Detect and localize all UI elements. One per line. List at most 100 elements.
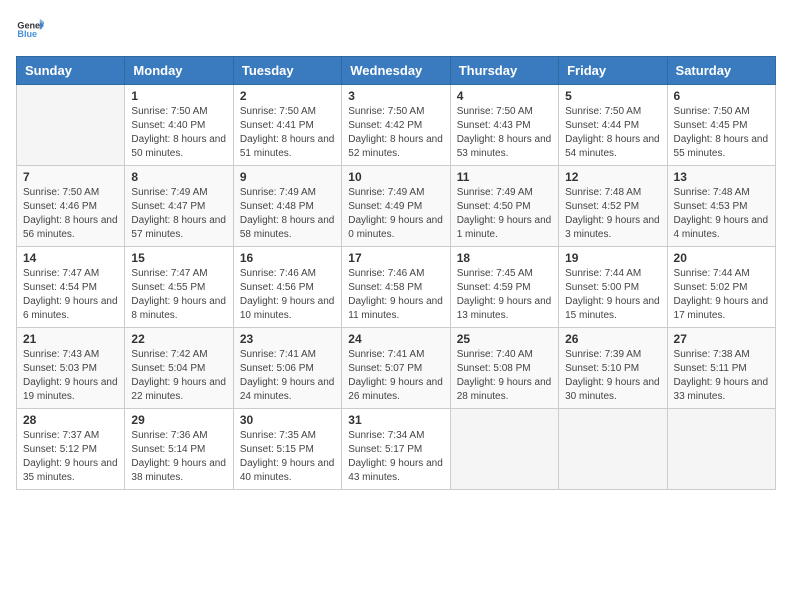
day-number: 22 [131,332,226,346]
day-number: 18 [457,251,552,265]
day-number: 15 [131,251,226,265]
day-info: Sunrise: 7:47 AMSunset: 4:55 PMDaylight:… [131,267,226,323]
day-info: Sunrise: 7:41 AMSunset: 5:07 PMDaylight:… [348,348,443,404]
calendar-cell: 26 Sunrise: 7:39 AMSunset: 5:10 PMDayligh… [559,328,667,409]
day-info: Sunrise: 7:48 AMSunset: 4:52 PMDaylight:… [565,186,660,242]
day-number: 19 [565,251,660,265]
day-number: 27 [674,332,769,346]
day-number: 25 [457,332,552,346]
column-header-sunday: Sunday [17,57,125,85]
day-number: 12 [565,170,660,184]
day-number: 8 [131,170,226,184]
calendar-cell: 25 Sunrise: 7:40 AMSunset: 5:08 PMDayligh… [450,328,558,409]
day-number: 20 [674,251,769,265]
logo-icon: General Blue [16,16,44,44]
calendar-week-row: 1Sunrise: 7:50 AMSunset: 4:40 PMDaylight… [17,85,776,166]
calendar-cell: 19 Sunrise: 7:44 AMSunset: 5:00 PMDayligh… [559,247,667,328]
column-header-tuesday: Tuesday [233,57,341,85]
day-info: Sunrise: 7:50 AMSunset: 4:45 PMDaylight:… [674,105,769,161]
calendar-week-row: 28Sunrise: 7:37 AMSunset: 5:12 PMDayligh… [17,409,776,490]
calendar-cell: 16Sunrise: 7:46 AMSunset: 4:56 PMDayligh… [233,247,341,328]
calendar-cell: 22Sunrise: 7:42 AMSunset: 5:04 PMDayligh… [125,328,233,409]
calendar-cell: 11 Sunrise: 7:49 AMSunset: 4:50 PMDayligh… [450,166,558,247]
calendar-header-row: SundayMondayTuesdayWednesdayThursdayFrid… [17,57,776,85]
column-header-friday: Friday [559,57,667,85]
day-info: Sunrise: 7:48 AMSunset: 4:53 PMDaylight:… [674,186,769,242]
calendar-week-row: 21 Sunrise: 7:43 AMSunset: 5:03 PMDayligh… [17,328,776,409]
day-info: Sunrise: 7:36 AMSunset: 5:14 PMDaylight:… [131,429,226,485]
calendar-cell: 28Sunrise: 7:37 AMSunset: 5:12 PMDayligh… [17,409,125,490]
calendar-cell: 7 Sunrise: 7:50 AMSunset: 4:46 PMDaylight… [17,166,125,247]
day-info: Sunrise: 7:34 AMSunset: 5:17 PMDaylight:… [348,429,443,485]
day-info: Sunrise: 7:50 AMSunset: 4:42 PMDaylight:… [348,105,443,161]
day-info: Sunrise: 7:46 AMSunset: 4:58 PMDaylight:… [348,267,443,323]
day-number: 14 [23,251,118,265]
calendar-cell: 14 Sunrise: 7:47 AMSunset: 4:54 PMDayligh… [17,247,125,328]
calendar-cell: 31 Sunrise: 7:34 AMSunset: 5:17 PMDayligh… [342,409,450,490]
day-info: Sunrise: 7:46 AMSunset: 4:56 PMDaylight:… [240,267,335,323]
calendar-cell: 15 Sunrise: 7:47 AMSunset: 4:55 PMDayligh… [125,247,233,328]
day-info: Sunrise: 7:49 AMSunset: 4:48 PMDaylight:… [240,186,335,242]
page-header: General Blue [16,16,776,44]
day-number: 13 [674,170,769,184]
logo: General Blue [16,16,44,44]
calendar-cell: 12 Sunrise: 7:48 AMSunset: 4:52 PMDayligh… [559,166,667,247]
column-header-wednesday: Wednesday [342,57,450,85]
calendar-cell [667,409,775,490]
day-number: 31 [348,413,443,427]
day-number: 9 [240,170,335,184]
day-info: Sunrise: 7:37 AMSunset: 5:12 PMDaylight:… [23,429,118,485]
calendar-cell: 24 Sunrise: 7:41 AMSunset: 5:07 PMDayligh… [342,328,450,409]
day-number: 23 [240,332,335,346]
day-number: 26 [565,332,660,346]
day-info: Sunrise: 7:44 AMSunset: 5:02 PMDaylight:… [674,267,769,323]
calendar-cell: 8Sunrise: 7:49 AMSunset: 4:47 PMDaylight… [125,166,233,247]
day-number: 29 [131,413,226,427]
column-header-saturday: Saturday [667,57,775,85]
day-info: Sunrise: 7:50 AMSunset: 4:43 PMDaylight:… [457,105,552,161]
calendar-cell: 2 Sunrise: 7:50 AMSunset: 4:41 PMDaylight… [233,85,341,166]
calendar-week-row: 7 Sunrise: 7:50 AMSunset: 4:46 PMDaylight… [17,166,776,247]
day-info: Sunrise: 7:49 AMSunset: 4:49 PMDaylight:… [348,186,443,242]
day-info: Sunrise: 7:49 AMSunset: 4:50 PMDaylight:… [457,186,552,242]
calendar-table: SundayMondayTuesdayWednesdayThursdayFrid… [16,56,776,490]
calendar-cell: 21 Sunrise: 7:43 AMSunset: 5:03 PMDayligh… [17,328,125,409]
day-number: 5 [565,89,660,103]
day-number: 10 [348,170,443,184]
day-number: 21 [23,332,118,346]
column-header-monday: Monday [125,57,233,85]
day-number: 6 [674,89,769,103]
calendar-cell: 18 Sunrise: 7:45 AMSunset: 4:59 PMDayligh… [450,247,558,328]
day-number: 11 [457,170,552,184]
calendar-cell: 13 Sunrise: 7:48 AMSunset: 4:53 PMDayligh… [667,166,775,247]
day-info: Sunrise: 7:50 AMSunset: 4:44 PMDaylight:… [565,105,660,161]
day-number: 7 [23,170,118,184]
calendar-cell: 17Sunrise: 7:46 AMSunset: 4:58 PMDayligh… [342,247,450,328]
day-number: 4 [457,89,552,103]
calendar-cell [17,85,125,166]
day-info: Sunrise: 7:50 AMSunset: 4:41 PMDaylight:… [240,105,335,161]
day-info: Sunrise: 7:50 AMSunset: 4:46 PMDaylight:… [23,186,118,242]
day-info: Sunrise: 7:45 AMSunset: 4:59 PMDaylight:… [457,267,552,323]
day-info: Sunrise: 7:35 AMSunset: 5:15 PMDaylight:… [240,429,335,485]
calendar-cell [450,409,558,490]
calendar-cell: 3Sunrise: 7:50 AMSunset: 4:42 PMDaylight… [342,85,450,166]
day-info: Sunrise: 7:40 AMSunset: 5:08 PMDaylight:… [457,348,552,404]
day-number: 24 [348,332,443,346]
calendar-cell: 30 Sunrise: 7:35 AMSunset: 5:15 PMDayligh… [233,409,341,490]
column-header-thursday: Thursday [450,57,558,85]
calendar-cell: 4 Sunrise: 7:50 AMSunset: 4:43 PMDaylight… [450,85,558,166]
calendar-cell: 27 Sunrise: 7:38 AMSunset: 5:11 PMDayligh… [667,328,775,409]
day-info: Sunrise: 7:41 AMSunset: 5:06 PMDaylight:… [240,348,335,404]
day-number: 1 [131,89,226,103]
day-info: Sunrise: 7:44 AMSunset: 5:00 PMDaylight:… [565,267,660,323]
day-number: 2 [240,89,335,103]
day-number: 30 [240,413,335,427]
svg-text:Blue: Blue [17,29,37,39]
day-info: Sunrise: 7:47 AMSunset: 4:54 PMDaylight:… [23,267,118,323]
day-info: Sunrise: 7:38 AMSunset: 5:11 PMDaylight:… [674,348,769,404]
day-info: Sunrise: 7:43 AMSunset: 5:03 PMDaylight:… [23,348,118,404]
calendar-cell: 5 Sunrise: 7:50 AMSunset: 4:44 PMDaylight… [559,85,667,166]
calendar-cell: 29 Sunrise: 7:36 AMSunset: 5:14 PMDayligh… [125,409,233,490]
day-info: Sunrise: 7:39 AMSunset: 5:10 PMDaylight:… [565,348,660,404]
